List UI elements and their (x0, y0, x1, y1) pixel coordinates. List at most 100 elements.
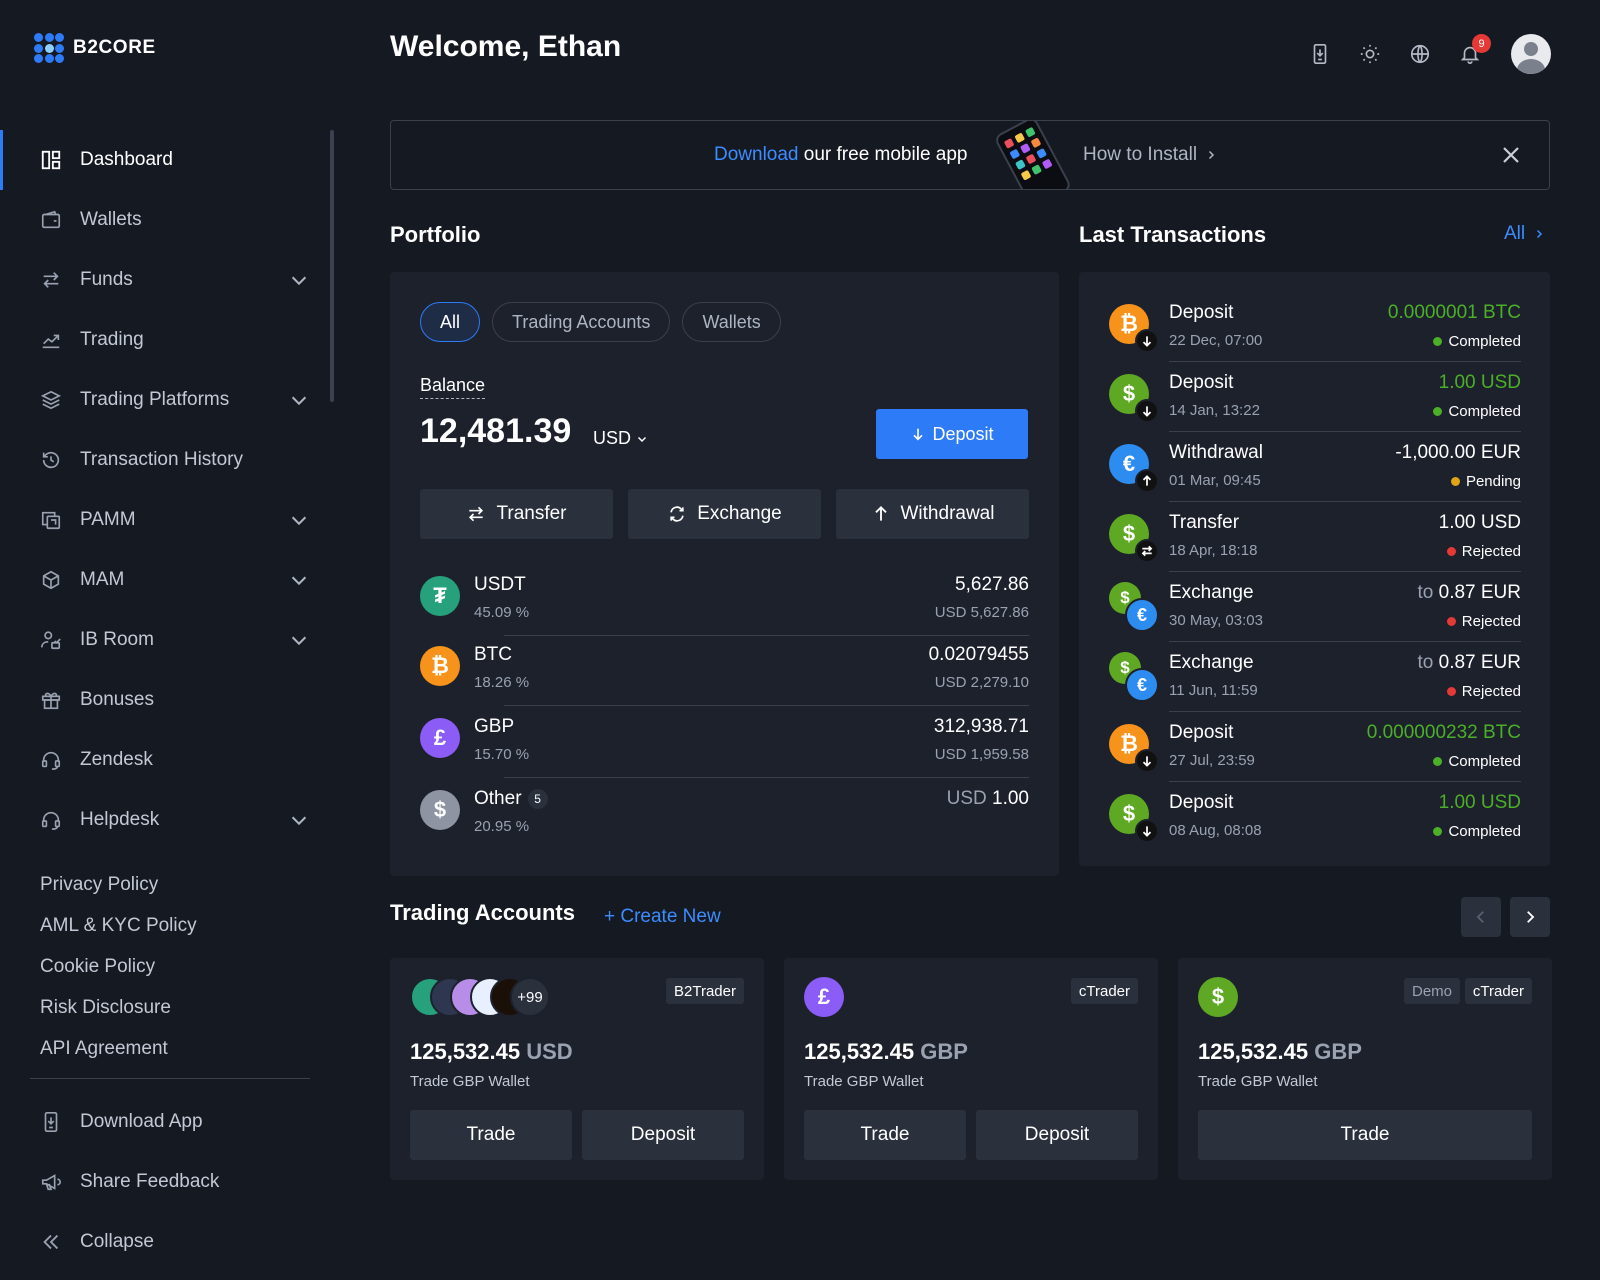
trade-button[interactable]: Trade (804, 1110, 966, 1160)
currency-select[interactable]: USD (593, 428, 648, 449)
sidebar-item-label: Dashboard (80, 149, 173, 170)
chevron-down-icon (637, 436, 647, 442)
sidebar-item-collapse[interactable]: Collapse (0, 1212, 332, 1272)
asset-amount: USD 1.00 (946, 788, 1029, 809)
user-avatar[interactable] (1511, 34, 1551, 74)
balance-label[interactable]: Balance (420, 375, 486, 399)
arrow-down-icon (1135, 399, 1159, 423)
create-new-label: Create New (620, 906, 721, 927)
transaction-row[interactable]: $ € Exchange 11 Jun, 11:59 to 0.87 EUR R… (1109, 642, 1521, 712)
deposit-button[interactable]: Deposit (582, 1110, 744, 1160)
sidebar-item-mam[interactable]: MAM (0, 550, 332, 610)
theme-sun-icon[interactable] (1355, 39, 1385, 69)
how-to-install-link[interactable]: How to Install (1083, 144, 1217, 166)
transaction-row[interactable]: $ Deposit 08 Aug, 08:08 1.00 USD Complet… (1109, 782, 1521, 852)
sidebar-item-trading[interactable]: Trading (0, 310, 332, 370)
sidebar-item-bonuses[interactable]: Bonuses (0, 670, 332, 730)
status-dot (1446, 617, 1456, 626)
mobile-app-banner: Download our free mobile app How to Inst… (390, 120, 1550, 190)
tab-all[interactable]: All (420, 302, 481, 342)
sidebar-scrollbar[interactable] (330, 130, 334, 402)
portfolio-title: Portfolio (390, 222, 481, 247)
portfolio-tabs: All Trading Accounts Wallets (420, 302, 781, 342)
gift-icon (40, 689, 62, 711)
policy-link-cookie-policy[interactable]: Cookie Policy (40, 954, 197, 995)
sidebar-item-dashboard[interactable]: Dashboard (0, 130, 332, 190)
sidebar-item-pamm[interactable]: PAMM (0, 490, 332, 550)
download-app-icon[interactable] (1305, 39, 1335, 69)
sidebar-item-transaction-history[interactable]: Transaction History (0, 430, 332, 490)
deposit-button[interactable]: Deposit (976, 1110, 1138, 1160)
sidebar-item-ib-room[interactable]: IB Room (0, 610, 332, 670)
previous-page-button[interactable] (1461, 897, 1501, 937)
logo[interactable]: B2CORE (34, 33, 156, 63)
transaction-row[interactable]: $ Transfer 18 Apr, 18:18 1.00 USD Reject… (1109, 502, 1521, 572)
transaction-row[interactable]: $ Deposit 14 Jan, 13:22 1.00 USD Complet… (1109, 362, 1521, 432)
asset-percent: 45.09 % (474, 604, 530, 621)
transaction-amount: to 0.87 EUR (1417, 652, 1521, 673)
eur-coin-icon: € (1125, 598, 1159, 632)
usdt-coin-icon: ₮ (420, 576, 460, 616)
tab-wallets[interactable]: Wallets (682, 302, 781, 342)
sidebar-item-share-feedback[interactable]: Share Feedback (0, 1152, 332, 1212)
sidebar-item-download-app[interactable]: Download App (0, 1092, 332, 1152)
transaction-row[interactable]: $ € Exchange 30 May, 03:03 to 0.87 EUR R… (1109, 572, 1521, 642)
notification-bell-icon[interactable]: 9 (1455, 34, 1491, 69)
exchange-button[interactable]: Exchange (628, 489, 821, 539)
layers-icon (40, 389, 62, 411)
asset-row[interactable]: $ Other 5 20.95 % USD 1.00 (420, 778, 1029, 850)
sidebar-item-helpdesk[interactable]: Helpdesk (0, 790, 332, 850)
create-account-link[interactable]: + Create New (604, 906, 721, 928)
policy-links: Privacy Policy AML & KYC Policy Cookie Pol… (40, 872, 197, 1077)
trading-account-card: £ cTrader 125,532.45 GBP Trade GBP Wallet… (784, 958, 1158, 1180)
transaction-type: Deposit (1169, 302, 1234, 323)
transfer-button-label: Transfer (496, 503, 567, 524)
policy-link-aml-and-kyc-policy[interactable]: AML & KYC Policy (40, 913, 197, 954)
deposit-button[interactable]: Deposit (876, 409, 1028, 459)
transaction-date: 08 Aug, 08:08 (1169, 822, 1262, 839)
sidebar-nav: Dashboard Wallets Funds Trading Trading … (0, 130, 332, 850)
asset-row[interactable]: ₮ USDT 45.09 % 5,627.86 USD 5,627.86 (420, 564, 1029, 636)
policy-link-privacy-policy[interactable]: Privacy Policy (40, 872, 197, 913)
asset-usd-value: USD 2,279.10 (934, 674, 1029, 691)
asset-name: GBP (474, 716, 515, 737)
status-dot (1433, 757, 1443, 766)
sidebar-item-trading-platforms[interactable]: Trading Platforms (0, 370, 332, 430)
close-icon[interactable] (1499, 143, 1523, 167)
chevron-right-icon (1209, 150, 1215, 160)
headset-icon (40, 809, 62, 831)
chevron-left-icon (1476, 911, 1484, 923)
trading-accounts-title: Trading Accounts (390, 900, 575, 925)
account-balance: 125,532.45 GBP (1198, 1039, 1362, 1064)
arrow-down-icon (1135, 329, 1159, 353)
status-badge: Completed (1433, 333, 1521, 350)
status-dot (1446, 547, 1456, 556)
policy-link-risk-disclosure[interactable]: Risk Disclosure (40, 995, 197, 1036)
asset-row[interactable]: ₿ BTC 18.26 % 0.02079455 USD 2,279.10 (420, 634, 1029, 706)
transaction-row[interactable]: € Withdrawal 01 Mar, 09:45 -1,000.00 EUR… (1109, 432, 1521, 502)
transaction-row[interactable]: ₿ Deposit 22 Dec, 07:00 0.0000001 BTC Co… (1109, 292, 1521, 362)
asset-amount: 5,627.86 (955, 574, 1029, 595)
usd-coin-icon: $ (1198, 977, 1238, 1017)
all-transactions-link[interactable]: All (1504, 223, 1545, 245)
policy-link-api-agreement[interactable]: API Agreement (40, 1036, 197, 1077)
next-page-button[interactable] (1510, 897, 1550, 937)
transfer-button[interactable]: Transfer (420, 489, 613, 539)
wallet-icon (40, 209, 62, 231)
sidebar-item-wallets[interactable]: Wallets (0, 190, 332, 250)
more-wallets-badge: +99 (510, 977, 550, 1017)
account-wallet-name: Trade GBP Wallet (410, 1073, 530, 1090)
trade-button[interactable]: Trade (1198, 1110, 1532, 1160)
withdrawal-button[interactable]: Withdrawal (836, 489, 1029, 539)
tab-trading-accounts[interactable]: Trading Accounts (492, 302, 671, 342)
asset-percent: 18.26 % (474, 674, 530, 691)
sidebar-item-funds[interactable]: Funds (0, 250, 332, 310)
globe-icon[interactable] (1405, 39, 1435, 69)
sidebar: B2CORE Dashboard Wallets Funds Trading T… (0, 0, 340, 1280)
transaction-row[interactable]: ₿ Deposit 27 Jul, 23:59 0.000000232 BTC … (1109, 712, 1521, 782)
trade-button[interactable]: Trade (410, 1110, 572, 1160)
asset-row[interactable]: £ GBP 15.70 % 312,938.71 USD 1,959.58 (420, 706, 1029, 778)
sidebar-item-zendesk[interactable]: Zendesk (0, 730, 332, 790)
demo-tag: Demo (1403, 978, 1460, 1004)
banner-download-link[interactable]: Download (714, 144, 799, 165)
